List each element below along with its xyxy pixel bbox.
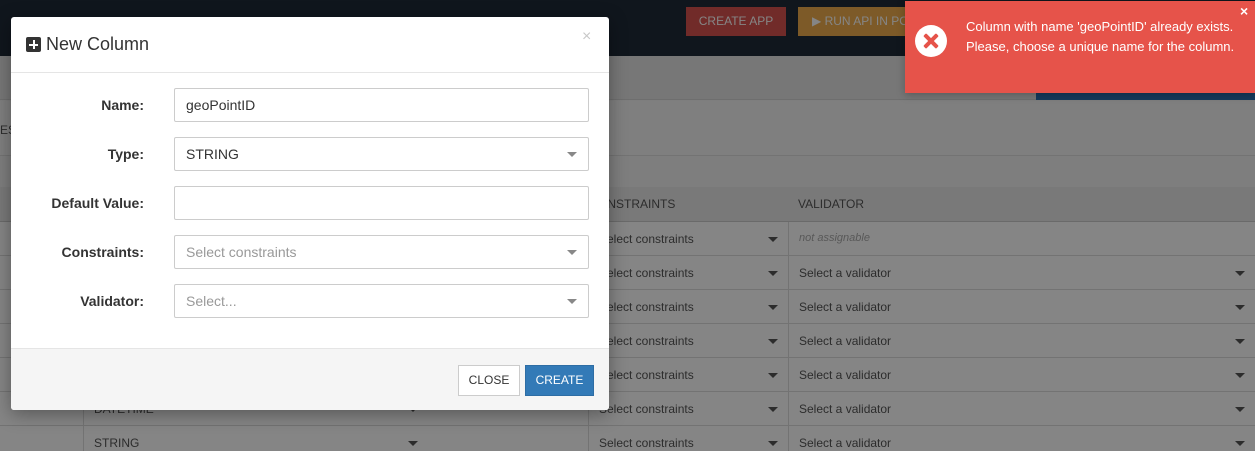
form-row-type: Type: STRING <box>11 137 609 171</box>
chevron-down-icon <box>567 299 577 304</box>
constraints-placeholder: Select constraints <box>186 244 297 260</box>
error-toast: Column with name 'geoPointID' already ex… <box>905 1 1255 93</box>
default-value-label: Default Value: <box>51 195 144 211</box>
modal-footer: CLOSE CREATE <box>11 348 609 410</box>
name-input[interactable]: geoPointID <box>174 88 589 122</box>
constraints-label: Constraints: <box>61 244 144 260</box>
default-value-input[interactable] <box>174 186 589 220</box>
chevron-down-icon <box>567 152 577 157</box>
close-icon[interactable]: × <box>582 29 591 45</box>
type-select-value: STRING <box>186 146 239 162</box>
form-row-constraints: Constraints: Select constraints <box>11 235 609 269</box>
validator-label: Validator: <box>80 293 144 309</box>
form-row-default-value: Default Value: <box>11 186 609 220</box>
type-select[interactable]: STRING <box>174 137 589 171</box>
toast-message: Column with name 'geoPointID' already ex… <box>966 19 1235 54</box>
constraints-select[interactable]: Select constraints <box>174 235 589 269</box>
validator-select[interactable]: Select... <box>174 284 589 318</box>
name-label: Name: <box>101 97 144 113</box>
modal-title: New Column <box>46 34 150 54</box>
type-label: Type: <box>107 146 144 162</box>
close-button[interactable]: CLOSE <box>458 365 520 396</box>
modal-header: New Column × <box>11 17 609 73</box>
plus-square-icon <box>26 37 41 52</box>
new-column-modal: New Column × Name: geoPointID Type: STRI… <box>11 17 609 410</box>
validator-placeholder: Select... <box>186 293 237 309</box>
error-x-circle-icon <box>915 25 947 57</box>
chevron-down-icon <box>567 250 577 255</box>
create-button[interactable]: CREATE <box>525 365 594 396</box>
form-row-validator: Validator: Select... <box>11 284 609 318</box>
close-icon[interactable]: × <box>1240 4 1248 18</box>
form-row-name: Name: geoPointID <box>11 88 609 122</box>
